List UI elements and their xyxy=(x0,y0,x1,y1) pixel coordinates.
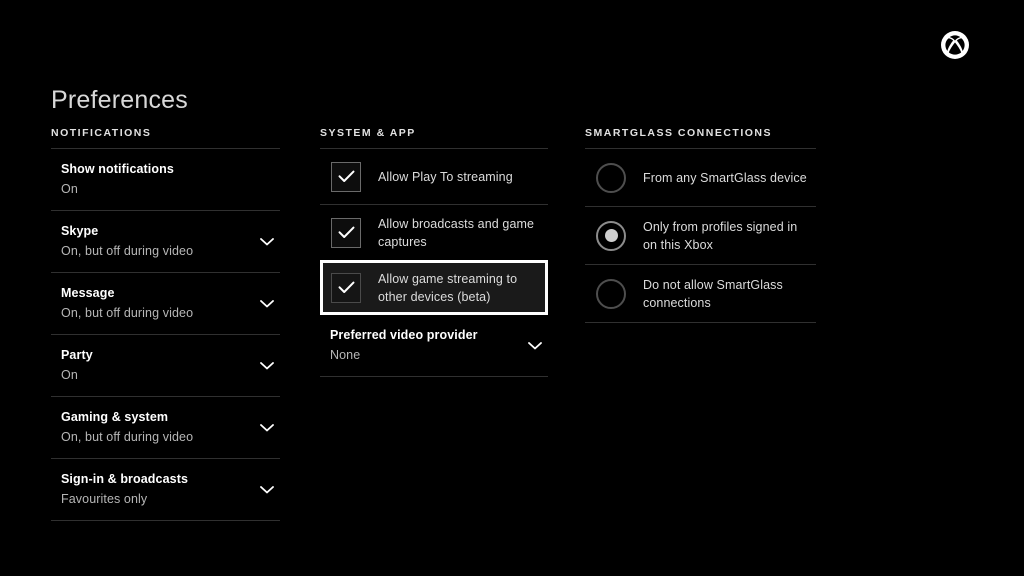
setting-value: On xyxy=(61,182,78,196)
xbox-logo-icon xyxy=(941,31,969,59)
checkbox-label: Allow game streaming to other devices (b… xyxy=(378,271,518,304)
setting-title: Party xyxy=(61,348,93,362)
setting-value: On xyxy=(61,368,78,382)
setting-title: Preferred video provider xyxy=(330,328,478,342)
smartglass-column: SMARTGLASS CONNECTIONS From any SmartGla… xyxy=(585,127,816,323)
setting-value: Favourites only xyxy=(61,492,148,506)
list-item[interactable]: Gaming & system On, but off during video xyxy=(51,397,280,458)
divider xyxy=(51,520,280,521)
divider xyxy=(320,376,548,377)
radio-row-signed-in-profiles-only[interactable]: Only from profiles signed in on this Xbo… xyxy=(585,207,816,264)
checkbox-checked-icon[interactable] xyxy=(331,161,361,192)
setting-title: Gaming & system xyxy=(61,410,169,424)
notifications-column-header: NOTIFICATIONS xyxy=(51,127,152,139)
list-item[interactable]: Skype On, but off during video xyxy=(51,211,280,272)
radio-unselected-icon[interactable] xyxy=(596,162,626,193)
checkbox-row-broadcasts-captures[interactable]: Allow broadcasts and game captures xyxy=(320,205,548,260)
smartglass-column-header: SMARTGLASS CONNECTIONS xyxy=(585,127,773,139)
chevron-down-icon[interactable] xyxy=(528,341,542,350)
list-item[interactable]: Sign-in & broadcasts Favourites only xyxy=(51,459,280,520)
divider xyxy=(585,322,816,323)
radio-label: Only from profiles signed in on this Xbo… xyxy=(643,219,798,252)
chevron-down-icon[interactable] xyxy=(260,299,274,308)
radio-dot xyxy=(604,229,618,242)
chevron-down-icon[interactable] xyxy=(260,423,274,432)
chevron-down-icon[interactable] xyxy=(260,361,274,370)
checkbox-row-game-streaming-focused[interactable]: Allow game streaming to other devices (b… xyxy=(320,260,548,315)
radio-row-do-not-allow-smartglass[interactable]: Do not allow SmartGlass connections xyxy=(585,265,816,322)
radio-unselected-icon[interactable] xyxy=(596,278,626,309)
setting-title: Sign-in & broadcasts xyxy=(61,472,189,486)
list-item[interactable]: Show notifications On xyxy=(51,149,280,210)
checkbox-checked-icon[interactable] xyxy=(331,217,361,248)
page-title: Preferences xyxy=(51,86,188,114)
list-item[interactable]: Message On, but off during video xyxy=(51,273,280,334)
chevron-down-icon[interactable] xyxy=(260,485,274,494)
list-item[interactable]: Party On xyxy=(51,335,280,396)
dropdown-preferred-video-provider[interactable]: Preferred video provider None xyxy=(320,315,548,376)
setting-value: On, but off during video xyxy=(61,306,194,320)
setting-value: None xyxy=(330,348,361,362)
setting-title: Skype xyxy=(61,224,99,238)
setting-title: Show notifications xyxy=(61,162,174,176)
checkbox-label: Allow Play To streaming xyxy=(378,169,513,184)
chevron-down-icon[interactable] xyxy=(260,237,274,246)
radio-label: Do not allow SmartGlass connections xyxy=(643,277,783,310)
radio-selected-icon[interactable] xyxy=(596,220,626,251)
system-app-column: SYSTEM & APP Allow Play To streaming All… xyxy=(320,127,548,377)
setting-title: Message xyxy=(61,286,115,300)
setting-value: On, but off during video xyxy=(61,430,194,444)
setting-value: On, but off during video xyxy=(61,244,194,258)
checkbox-checked-icon[interactable] xyxy=(331,272,361,303)
checkbox-row-play-to-streaming[interactable]: Allow Play To streaming xyxy=(320,149,548,204)
radio-label: From any SmartGlass device xyxy=(643,170,807,185)
system-app-column-header: SYSTEM & APP xyxy=(320,127,416,139)
notifications-column: NOTIFICATIONS Show notifications On Skyp… xyxy=(51,127,280,521)
checkbox-label: Allow broadcasts and game captures xyxy=(378,216,535,249)
radio-row-any-smartglass-device[interactable]: From any SmartGlass device xyxy=(585,149,816,206)
